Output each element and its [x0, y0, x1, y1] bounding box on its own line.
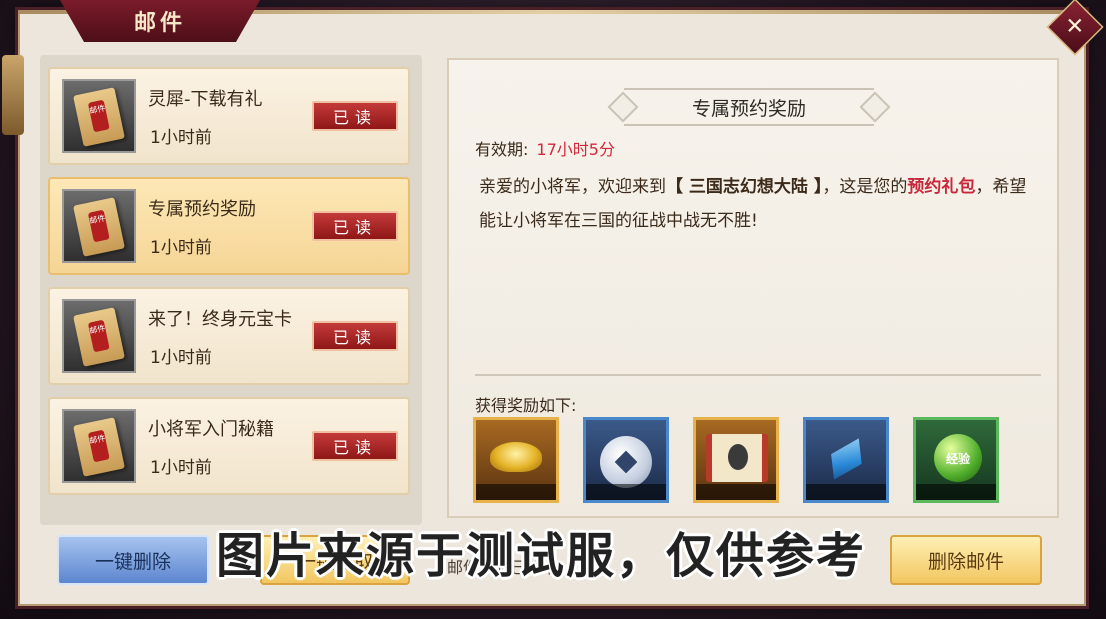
exp-orb-icon: 经验	[934, 434, 982, 482]
divider	[475, 374, 1041, 376]
mail-title: 来了！终身元宝卡	[148, 309, 292, 330]
reward-exp[interactable]: 经验	[913, 417, 999, 503]
mail-envelope-icon: 邮件	[62, 409, 136, 483]
side-ornament	[2, 55, 24, 135]
read-status-badge: 已读	[312, 101, 398, 131]
validity-value: 17小时5分	[536, 140, 615, 159]
mail-time: 1小时前	[150, 238, 212, 258]
gold-ingot-icon	[490, 442, 542, 472]
validity-label: 有效期:	[475, 140, 529, 159]
mail-item-3[interactable]: 邮件 小将军入门秘籍 1小时前 已读	[48, 397, 410, 495]
reward-gold-ingot[interactable]	[473, 417, 559, 503]
read-status-badge: 已读	[312, 431, 398, 461]
mail-item-0[interactable]: 邮件 灵犀-下载有礼 1小时前 已读	[48, 67, 410, 165]
mail-body: 亲爱的小将军，欢迎来到【 三国志幻想大陆 】，这是您的预约礼包，希望能让小将军在…	[479, 177, 1027, 231]
mail-heading: 专属预约奖励	[624, 88, 874, 126]
mail-title: 专属预约奖励	[148, 199, 256, 220]
read-status-badge: 已读	[312, 321, 398, 351]
mail-list: 邮件 灵犀-下载有礼 1小时前 已读 邮件 专属预约奖励 1小时前 已读 邮件 …	[40, 55, 422, 525]
gift-highlight: 预约礼包	[907, 177, 976, 197]
mail-detail: 专属预约奖励 有效期: 17小时5分 亲爱的小将军，欢迎来到【 三国志幻想大陆 】…	[447, 58, 1059, 518]
mail-title: 小将军入门秘籍	[148, 419, 274, 440]
delete-mail-button[interactable]: 删除邮件	[890, 535, 1042, 585]
mail-time: 1小时前	[150, 458, 212, 478]
mail-item-2[interactable]: 邮件 来了！终身元宝卡 1小时前 已读	[48, 287, 410, 385]
mail-item-1[interactable]: 邮件 专属预约奖励 1小时前 已读	[48, 177, 410, 275]
mail-time: 1小时前	[150, 128, 212, 148]
mail-time: 1小时前	[150, 348, 212, 368]
mail-title: 灵犀-下载有礼	[148, 89, 263, 110]
crystal-icon	[817, 429, 872, 488]
mail-envelope-icon: 邮件	[62, 79, 136, 153]
delete-all-button[interactable]: 一键删除	[57, 535, 209, 585]
validity-row: 有效期: 17小时5分	[475, 136, 615, 160]
mail-envelope-icon: 邮件	[62, 189, 136, 263]
game-name: 【 三国志幻想大陆 】	[666, 177, 823, 197]
test-server-watermark: 图片来源于测试服，仅供参考	[216, 528, 867, 584]
window-title: 邮件	[60, 0, 260, 42]
read-status-badge: 已读	[312, 211, 398, 241]
reward-silver-coin[interactable]	[583, 417, 669, 503]
scroll-icon	[706, 434, 768, 482]
reward-crystal[interactable]	[803, 417, 889, 503]
rewards-label: 获得奖励如下:	[475, 396, 577, 415]
close-icon: ✕	[1065, 13, 1085, 40]
reward-scroll[interactable]	[693, 417, 779, 503]
mail-envelope-icon: 邮件	[62, 299, 136, 373]
silver-coin-icon	[600, 436, 652, 488]
